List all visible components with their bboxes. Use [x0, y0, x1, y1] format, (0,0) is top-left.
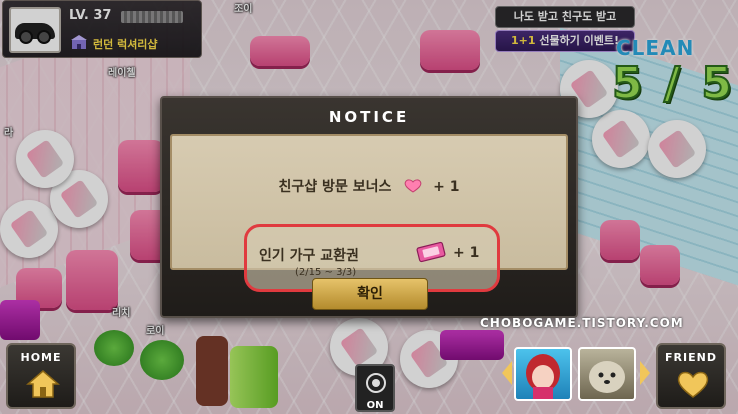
player-level: LV. 37	[69, 8, 112, 23]
shop-name: 런던 럭셔리샵	[93, 38, 158, 51]
watermark-text: CHOBOGAME.TISTORY.COM	[480, 316, 684, 330]
flower-plant	[94, 330, 134, 366]
notice-dialog: NOTICE 친구샵 방문 보너스 + 1 인기 가구 교환권 + 1 (2/1…	[160, 96, 578, 318]
confirm-button[interactable]: 확인	[312, 278, 428, 310]
toggle-on-button[interactable]: ON	[355, 364, 395, 412]
friend-avatar[interactable]	[578, 347, 636, 401]
chevron-right-icon[interactable]	[640, 361, 650, 385]
friend-avatar-girl-icon	[526, 354, 560, 399]
nickname-blurred	[121, 11, 183, 23]
home-icon	[26, 370, 60, 398]
clean-bubble[interactable]	[0, 200, 58, 258]
chevron-left-icon[interactable]	[502, 361, 512, 385]
ticket-icon	[416, 241, 446, 263]
player-info-panel[interactable]: LV. 37 런던 럭셔리샵	[2, 0, 202, 58]
clean-bubble[interactable]	[592, 110, 650, 168]
visit-bonus-row: 친구샵 방문 보너스 + 1	[172, 176, 566, 196]
purple-furniture	[0, 300, 40, 340]
friend-button[interactable]: FRIEND	[656, 343, 726, 409]
npc-name: 리치	[112, 308, 131, 319]
wooden-shelf	[196, 336, 228, 406]
home-button[interactable]: HOME	[6, 343, 76, 409]
pink-bench	[420, 30, 480, 70]
npc-name: 레이첼	[108, 68, 136, 79]
notice-body: 친구샵 방문 보너스 + 1 인기 가구 교환권 + 1 (2/15 ~ 3/3…	[170, 134, 568, 292]
visit-bonus-label: 친구샵 방문 보너스	[278, 179, 392, 195]
npc-name: 조이	[234, 4, 253, 15]
pink-bench	[250, 36, 310, 66]
heart-icon	[404, 179, 422, 193]
notice-title: NOTICE	[328, 108, 410, 126]
npc-name: 라	[4, 128, 14, 139]
pink-chair	[66, 250, 118, 310]
purple-furniture	[440, 330, 504, 360]
friend-avatar[interactable]	[514, 347, 572, 401]
event-highlight: 1+1	[510, 34, 536, 47]
green-shelf	[230, 346, 278, 408]
pink-chair	[118, 140, 164, 192]
event-banner[interactable]: 나도 받고 친구도 받고 1+1 선물하기 이벤트!	[495, 6, 635, 52]
shop-icon	[71, 35, 87, 49]
visit-bonus-qty: + 1	[433, 179, 460, 195]
avatar[interactable]	[9, 7, 61, 53]
home-label: HOME	[20, 351, 62, 364]
clean-label: CLEAN	[616, 36, 695, 60]
clean-bubble[interactable]	[16, 130, 74, 188]
car-icon	[15, 23, 55, 44]
furniture-ticket-label: 인기 가구 교환권	[259, 248, 359, 264]
heart-icon	[677, 371, 709, 398]
event-text: 선물하기 이벤트!	[535, 34, 620, 47]
flower-plant	[140, 340, 184, 380]
furniture-ticket-qty: + 1	[453, 245, 480, 261]
event-line-1: 나도 받고 친구도 받고	[495, 6, 635, 28]
on-label: ON	[366, 400, 384, 411]
pink-stool	[640, 245, 680, 285]
event-line-2: 1+1 선물하기 이벤트!	[495, 30, 635, 52]
npc-name: 로이	[146, 326, 165, 337]
eye-icon	[366, 373, 386, 393]
furniture-ticket-dates: (2/15 ~ 3/3)	[295, 267, 357, 278]
friend-label: FRIEND	[665, 351, 717, 364]
friend-avatar-dog-icon	[589, 361, 625, 393]
pink-stool	[600, 220, 640, 260]
friend-list	[502, 345, 650, 401]
clean-count: 5 / 5	[611, 57, 735, 110]
clean-bubble[interactable]	[648, 120, 706, 178]
